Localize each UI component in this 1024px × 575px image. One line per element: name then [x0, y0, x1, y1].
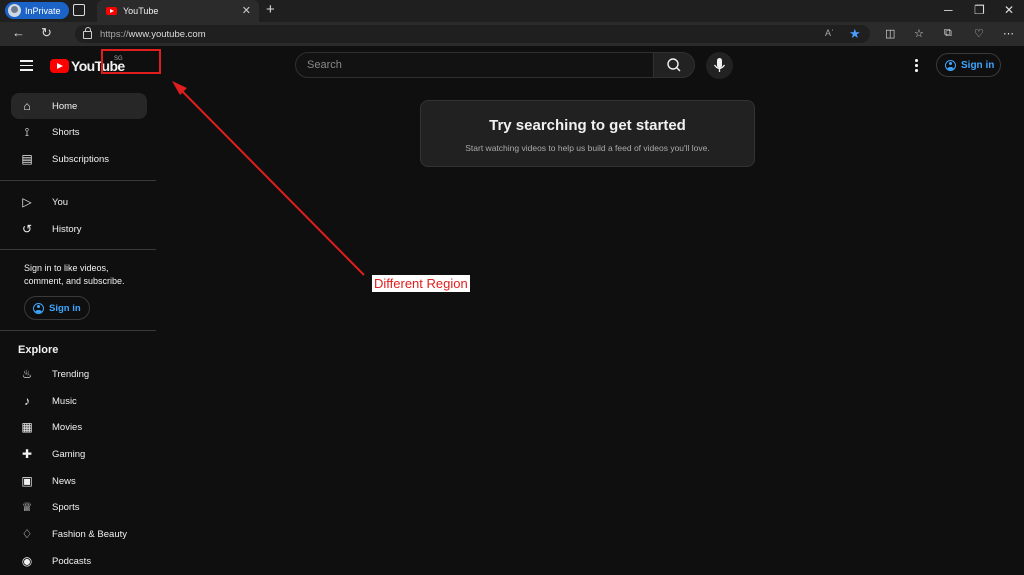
annotation-arrow: [172, 81, 365, 276]
annotation-label: Different Region: [372, 275, 470, 292]
